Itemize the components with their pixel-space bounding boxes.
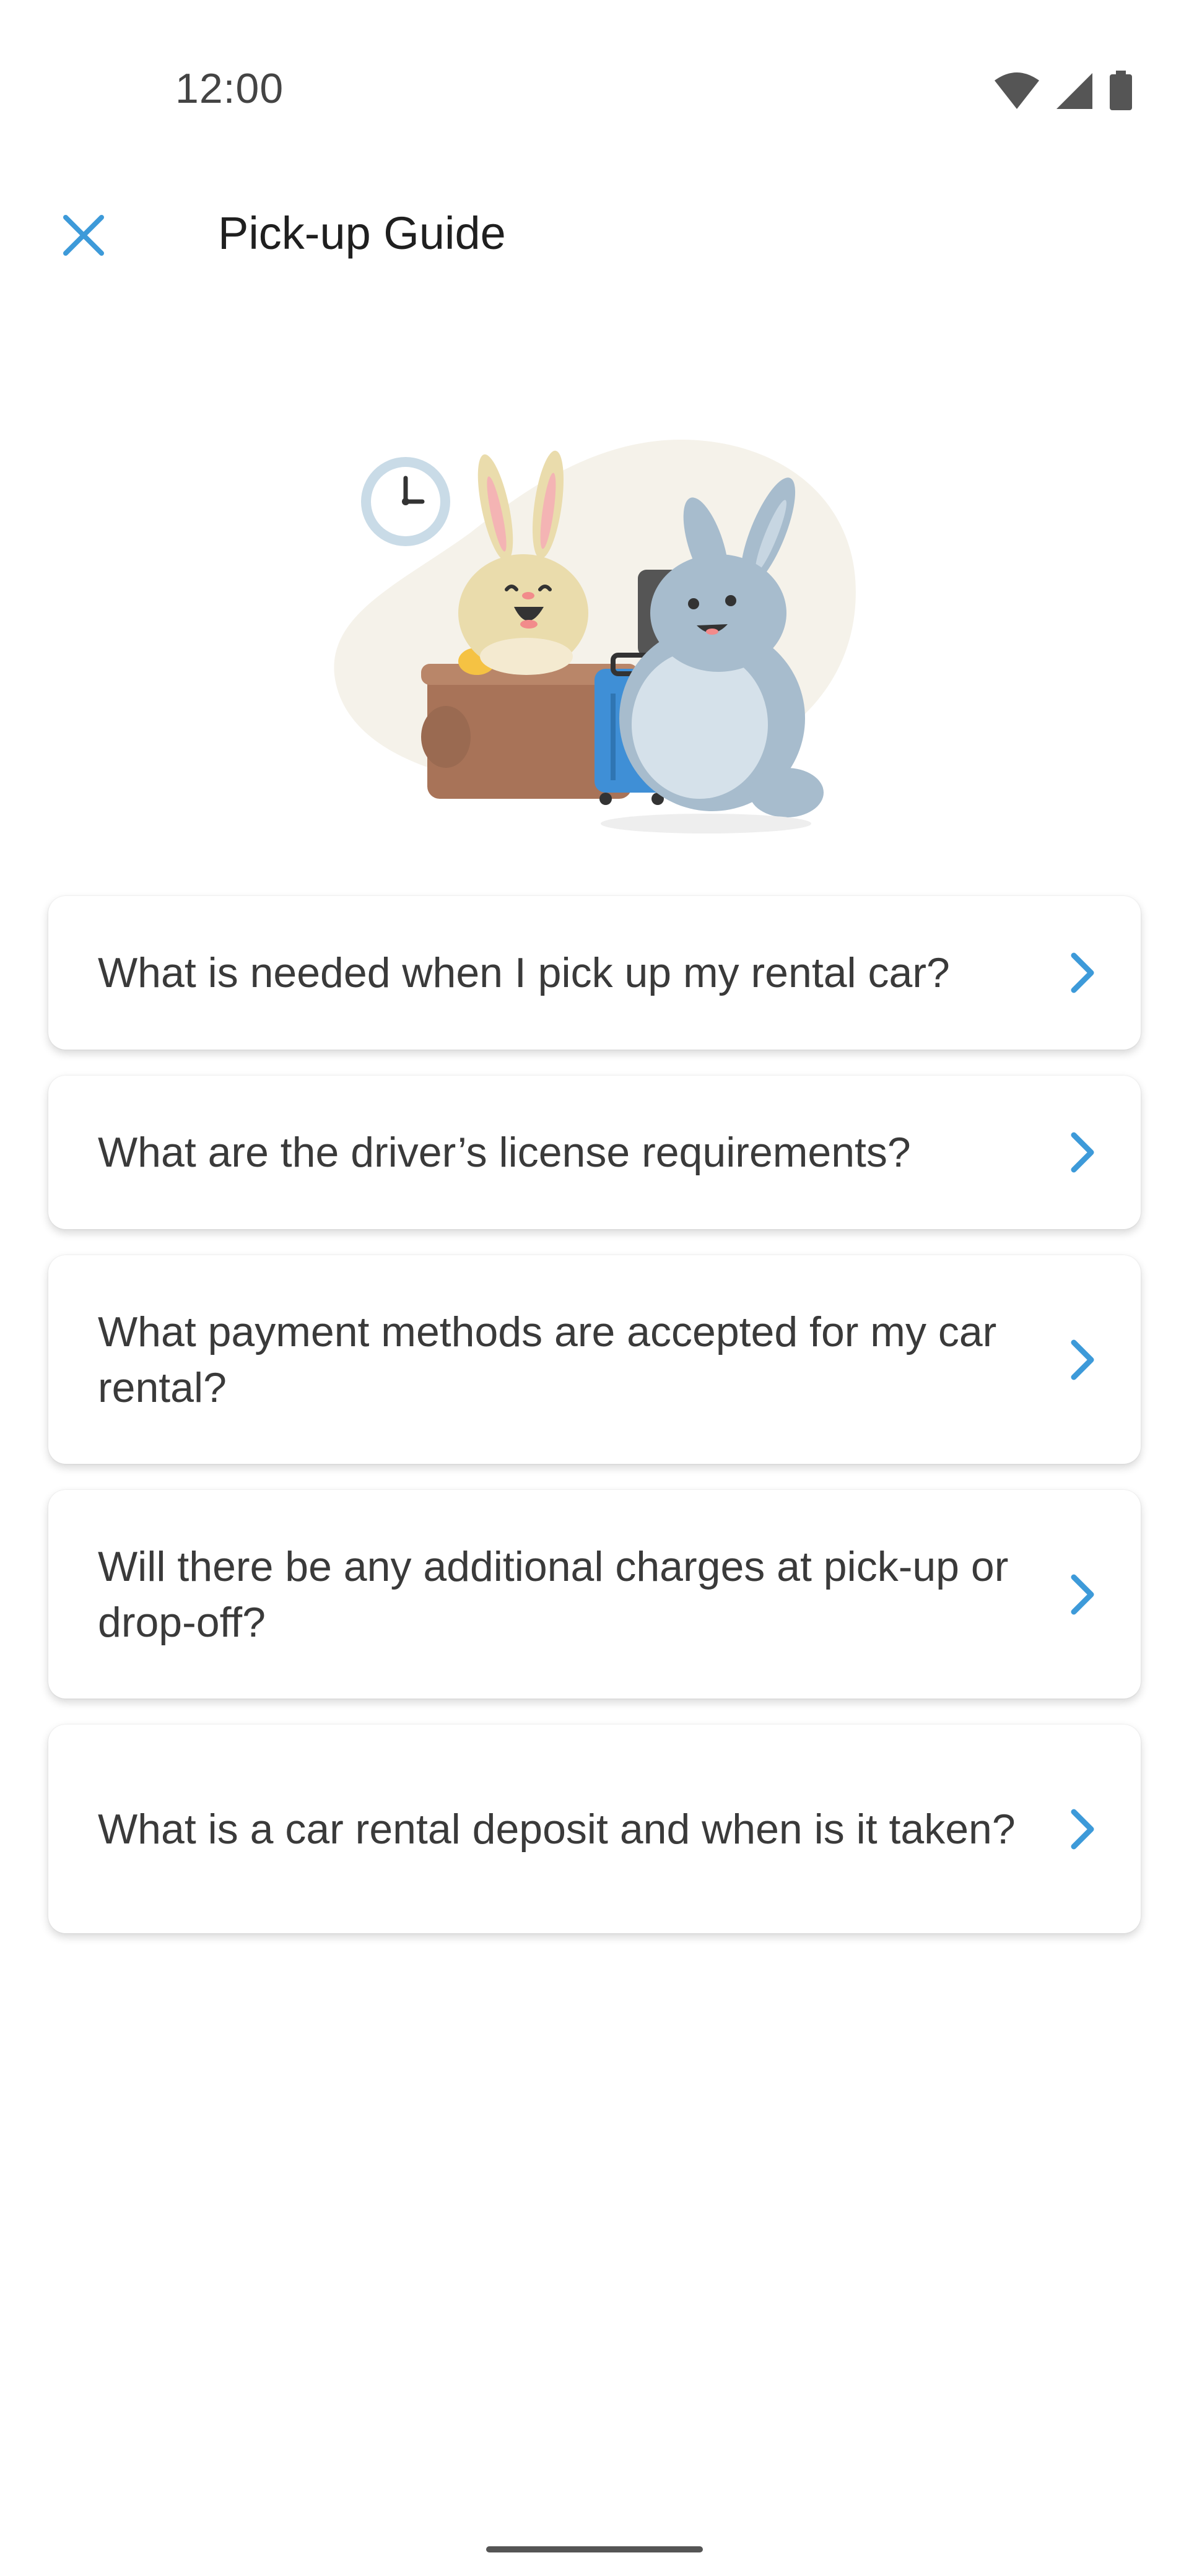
chevron-right-icon [1071,952,1094,993]
screen: 12:00 Pick-up Guide What is needed when … [0,0,1189,2576]
chevron-right-icon [1071,1339,1094,1380]
faq-list: What is needed when I pick up my rental … [48,896,1141,1959]
battery-icon [1110,71,1132,110]
close-icon [63,215,104,256]
page-title: Pick-up Guide [218,207,506,259]
faq-item[interactable]: What payment methods are accepted for my… [48,1255,1141,1464]
faq-item[interactable]: What is needed when I pick up my rental … [48,896,1141,1050]
status-icons [993,69,1133,113]
faq-item[interactable]: What are the driver’s license requiremen… [48,1076,1141,1229]
status-time: 12:00 [175,65,284,112]
home-indicator[interactable] [486,2546,703,2552]
signal-icon [1056,73,1092,109]
wifi-icon [995,72,1039,109]
chevron-right-icon [1071,1574,1094,1614]
chevron-right-icon [1071,1809,1094,1849]
chevron-right-icon [1071,1132,1094,1173]
faq-question: What is a car rental deposit and when is… [98,1805,1016,1853]
faq-question: What are the driver’s license requiremen… [98,1129,911,1176]
app-bar: Pick-up Guide [0,186,1189,279]
close-button[interactable] [56,207,111,263]
illustration-svg [334,440,856,833]
faq-question: Will there be any additional charges at … [98,1543,1009,1646]
status-bar: 12:00 [0,0,1189,186]
faq-item[interactable]: What is a car rental deposit and when is… [48,1725,1141,1933]
faq-question: What is needed when I pick up my rental … [98,949,950,996]
faq-question: What payment methods are accepted for my… [98,1308,997,1411]
clock-icon [361,457,450,546]
faq-item[interactable]: Will there be any additional charges at … [48,1490,1141,1699]
rental-desk-bunnies-illustration [310,427,879,848]
